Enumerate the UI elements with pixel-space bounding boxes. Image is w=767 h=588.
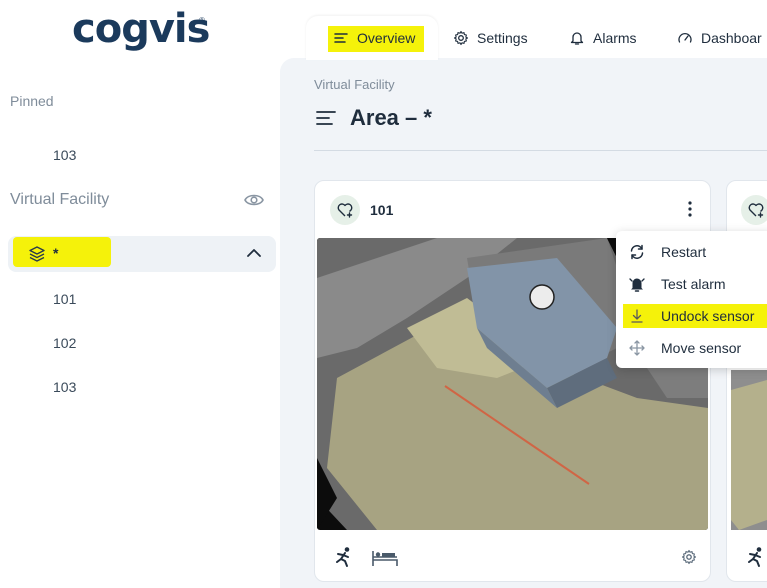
menu-item-undock-sensor[interactable]: Undock sensor: [628, 307, 754, 325]
bed-icon[interactable]: [371, 548, 399, 568]
tab-dashboard-label: Dashboar: [701, 30, 762, 46]
bell-filled-icon: [629, 278, 645, 292]
sidebar-item-102[interactable]: 102: [53, 335, 76, 351]
list-icon: [334, 33, 348, 43]
cogvis-logo[interactable]: cogvis ®: [72, 6, 212, 56]
area-label: *: [53, 245, 59, 261]
move-icon: [629, 340, 645, 356]
pinned-item[interactable]: 103: [53, 147, 76, 163]
eye-icon[interactable]: [244, 191, 264, 209]
more-vertical-icon[interactable]: [683, 199, 697, 219]
facility-title: Virtual Facility: [10, 191, 110, 208]
menu-item-test-alarm[interactable]: Test alarm: [628, 275, 726, 293]
favorite-button[interactable]: [741, 195, 767, 225]
tab-settings[interactable]: Settings: [453, 30, 528, 46]
divider: [314, 150, 767, 151]
fall-detection-icon[interactable]: [745, 546, 767, 568]
layers-icon: [29, 246, 45, 262]
tab-alarms[interactable]: Alarms: [569, 30, 637, 46]
depth-scene-partial: [731, 370, 767, 530]
favorite-button[interactable]: [330, 195, 360, 225]
logo-text: cogvis: [72, 6, 210, 52]
menu-item-restart[interactable]: Restart: [628, 243, 706, 261]
chevron-up-icon[interactable]: [246, 247, 262, 259]
tab-overview-label: Overview: [357, 30, 416, 46]
heart-plus-icon: [748, 203, 764, 218]
menu-item-test-alarm-label: Test alarm: [661, 276, 726, 292]
sidebar-item-101[interactable]: 101: [53, 291, 76, 307]
menu-item-move-sensor-label: Move sensor: [661, 340, 742, 356]
menu-item-move-sensor[interactable]: Move sensor: [628, 339, 741, 357]
fall-detection-icon[interactable]: [333, 546, 355, 568]
heart-plus-icon: [337, 203, 353, 218]
gauge-icon: [678, 32, 692, 43]
menu-item-undock-sensor-label: Undock sensor: [661, 308, 755, 324]
breadcrumb[interactable]: Virtual Facility: [314, 77, 395, 92]
tab-dashboard[interactable]: Dashboar: [677, 30, 762, 46]
tab-alarms-label: Alarms: [593, 30, 637, 46]
registered-mark: ®: [199, 16, 205, 25]
pinned-label: Pinned: [10, 93, 54, 109]
tab-settings-label: Settings: [477, 30, 528, 46]
sensor-name: 101: [370, 202, 394, 218]
list-icon: [316, 111, 336, 125]
refresh-icon: [630, 244, 644, 260]
gear-icon[interactable]: [681, 549, 697, 565]
undock-icon: [631, 309, 643, 323]
tab-overview[interactable]: Overview: [333, 30, 415, 46]
sensor-depth-image-partial[interactable]: [731, 370, 767, 530]
menu-item-restart-label: Restart: [661, 244, 707, 260]
gear-icon: [453, 30, 469, 46]
sidebar-item-103[interactable]: 103: [53, 379, 76, 395]
bell-icon: [570, 32, 584, 45]
page-title: Area – *: [350, 105, 432, 130]
